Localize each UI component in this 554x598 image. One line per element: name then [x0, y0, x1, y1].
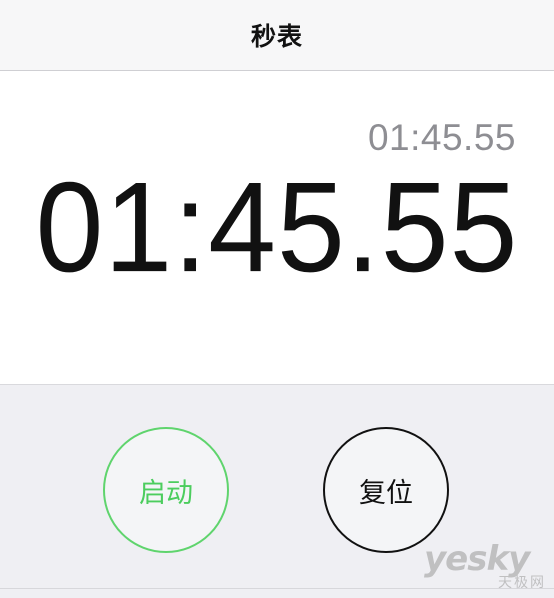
reset-button[interactable]: 复位: [323, 427, 449, 553]
main-time-readout: 01:45.55: [35, 155, 519, 299]
start-button[interactable]: 启动: [103, 427, 229, 553]
reset-button-label: 复位: [359, 477, 413, 509]
nav-bar: 秒表: [0, 0, 554, 71]
time-display: 01:45.55 01:45.55: [0, 71, 554, 384]
controls-panel: 启动 复位: [0, 384, 554, 598]
bottom-divider: [0, 588, 554, 589]
page-title: 秒表: [250, 22, 303, 51]
start-button-label: 启动: [139, 477, 193, 509]
lap-time-readout: 01:45.55: [367, 117, 516, 158]
